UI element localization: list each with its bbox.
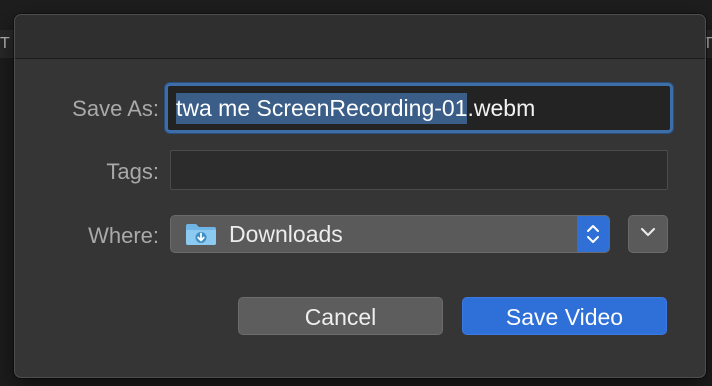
filename-extension: .webm — [467, 94, 536, 121]
save-video-button[interactable]: Save Video — [462, 297, 667, 335]
tags-field[interactable] — [170, 150, 668, 190]
expand-dialog-button[interactable] — [628, 215, 668, 253]
where-value: Downloads — [229, 220, 343, 247]
where-popup-button[interactable]: Downloads — [170, 215, 610, 253]
save-as-label: Save As: — [72, 96, 159, 121]
label-column: Save As: Tags: Where: — [15, 15, 159, 315]
where-label: Where: — [88, 223, 159, 248]
background-text-fragment: T — [0, 35, 10, 52]
chevron-down-icon — [639, 225, 657, 243]
downloads-folder-icon — [185, 222, 217, 246]
filename-selected-text: twa me ScreenRecording-01 — [176, 92, 468, 124]
filename-field[interactable]: twa me ScreenRecording-01 .webm — [165, 83, 673, 133]
tags-label: Tags: — [106, 159, 159, 184]
save-dialog: Save As: Tags: Where: twa me ScreenRecor… — [14, 14, 706, 378]
popup-stepper-icon — [577, 216, 609, 252]
cancel-button[interactable]: Cancel — [238, 297, 443, 335]
